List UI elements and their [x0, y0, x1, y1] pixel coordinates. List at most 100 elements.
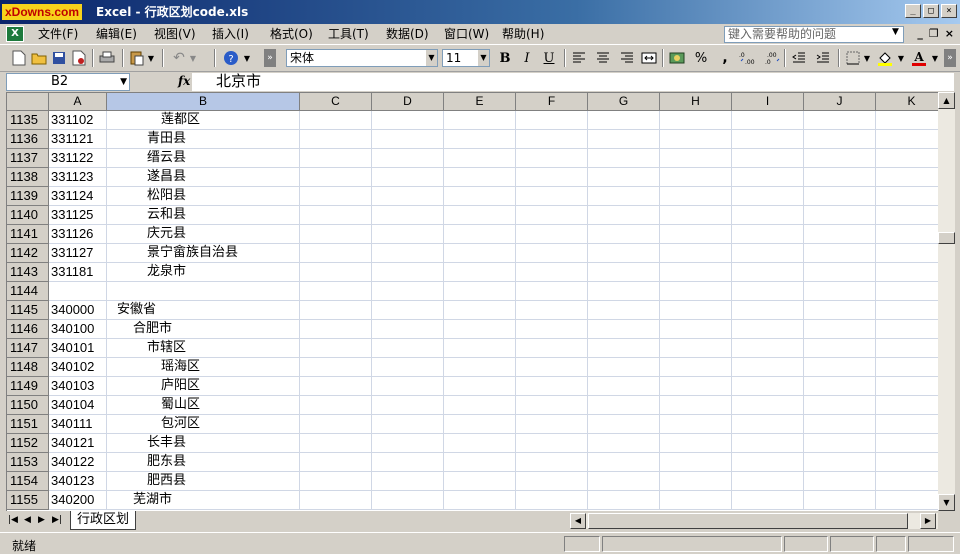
cell[interactable] — [876, 339, 938, 358]
cell[interactable] — [300, 377, 372, 396]
cell[interactable] — [804, 396, 876, 415]
cell-code[interactable]: 340101 — [49, 339, 107, 358]
cell[interactable] — [516, 206, 588, 225]
cell[interactable] — [516, 149, 588, 168]
cell[interactable] — [516, 415, 588, 434]
cell[interactable] — [516, 339, 588, 358]
cell[interactable] — [732, 130, 804, 149]
column-header-j[interactable]: J — [804, 93, 876, 111]
row-header[interactable]: 1146 — [7, 320, 49, 339]
cell[interactable] — [444, 453, 516, 472]
cell[interactable] — [660, 187, 732, 206]
cell[interactable] — [804, 149, 876, 168]
scroll-right-icon[interactable]: ▶ — [920, 513, 936, 529]
cell[interactable] — [732, 187, 804, 206]
increase-indent-icon[interactable] — [814, 49, 832, 67]
cell[interactable] — [516, 282, 588, 301]
cell[interactable] — [588, 396, 660, 415]
cell[interactable] — [876, 149, 938, 168]
column-header-f[interactable]: F — [516, 93, 588, 111]
cell[interactable] — [660, 320, 732, 339]
select-all-corner[interactable] — [7, 93, 49, 111]
minimize-button[interactable]: _ — [905, 4, 921, 18]
cell[interactable] — [804, 206, 876, 225]
cell[interactable] — [372, 320, 444, 339]
cell-code[interactable]: 340121 — [49, 434, 107, 453]
cell[interactable] — [804, 320, 876, 339]
cell[interactable] — [588, 415, 660, 434]
cell[interactable] — [444, 206, 516, 225]
cell[interactable] — [516, 358, 588, 377]
cell[interactable] — [372, 130, 444, 149]
cell-name[interactable]: 市辖区 — [107, 339, 300, 358]
row-header[interactable]: 1138 — [7, 168, 49, 187]
cell-code[interactable]: 340102 — [49, 358, 107, 377]
cell[interactable] — [516, 472, 588, 491]
cell-name[interactable]: 松阳县 — [107, 187, 300, 206]
cell[interactable] — [516, 453, 588, 472]
align-center-icon[interactable] — [594, 49, 612, 67]
cell[interactable] — [516, 111, 588, 130]
horizontal-scroll-thumb[interactable] — [588, 513, 908, 529]
cell[interactable] — [372, 491, 444, 510]
cell[interactable] — [876, 472, 938, 491]
cell[interactable] — [660, 149, 732, 168]
cell[interactable] — [588, 149, 660, 168]
cell[interactable] — [444, 415, 516, 434]
row-header[interactable]: 1148 — [7, 358, 49, 377]
cell[interactable] — [372, 415, 444, 434]
cell-name[interactable]: 肥东县 — [107, 453, 300, 472]
cell[interactable] — [444, 320, 516, 339]
cell-name[interactable]: 景宁畲族自治县 — [107, 244, 300, 263]
cell[interactable] — [588, 339, 660, 358]
cell-name[interactable]: 蜀山区 — [107, 396, 300, 415]
row-header[interactable]: 1150 — [7, 396, 49, 415]
column-header-g[interactable]: G — [588, 93, 660, 111]
last-sheet-icon[interactable]: ▶| — [52, 515, 62, 525]
cell[interactable] — [444, 187, 516, 206]
doc-restore-button[interactable]: ❐ — [929, 27, 939, 40]
cell[interactable] — [300, 206, 372, 225]
cell[interactable] — [444, 396, 516, 415]
doc-close-button[interactable]: × — [945, 27, 954, 40]
excel-doc-icon[interactable]: X — [6, 26, 24, 42]
prev-sheet-icon[interactable]: ◀ — [24, 515, 31, 525]
cell[interactable] — [660, 130, 732, 149]
currency-icon[interactable] — [668, 49, 686, 67]
cell[interactable] — [660, 472, 732, 491]
cell[interactable] — [588, 187, 660, 206]
cell[interactable] — [876, 434, 938, 453]
open-folder-icon[interactable] — [30, 49, 48, 67]
cell[interactable] — [732, 396, 804, 415]
cell[interactable] — [876, 377, 938, 396]
cell[interactable] — [516, 396, 588, 415]
bold-button[interactable]: B — [496, 49, 514, 67]
column-header-c[interactable]: C — [300, 93, 372, 111]
column-header-i[interactable]: I — [732, 93, 804, 111]
cell-code[interactable]: 340100 — [49, 320, 107, 339]
increase-decimal-icon[interactable]: .0.00 — [738, 49, 756, 67]
row-header[interactable]: 1142 — [7, 244, 49, 263]
menu-file[interactable]: 文件(F) — [38, 27, 78, 41]
scroll-down-icon[interactable]: ▼ — [938, 494, 955, 511]
row-header[interactable]: 1149 — [7, 377, 49, 396]
cell[interactable] — [876, 282, 938, 301]
cell[interactable] — [372, 377, 444, 396]
cell[interactable] — [300, 263, 372, 282]
cell[interactable] — [444, 263, 516, 282]
cell[interactable] — [300, 339, 372, 358]
cell[interactable] — [804, 377, 876, 396]
cell[interactable] — [588, 130, 660, 149]
chevron-down-icon[interactable]: ▼ — [242, 49, 252, 67]
cell[interactable] — [660, 453, 732, 472]
cell-name[interactable]: 长丰县 — [107, 434, 300, 453]
doc-minimize-button[interactable]: _ — [917, 27, 923, 40]
cell[interactable] — [588, 225, 660, 244]
chevron-down-icon[interactable]: ▼ — [930, 49, 940, 67]
cell[interactable] — [876, 301, 938, 320]
cell[interactable] — [516, 491, 588, 510]
cell[interactable] — [876, 111, 938, 130]
merge-center-icon[interactable] — [640, 49, 658, 67]
cell[interactable] — [876, 491, 938, 510]
cell[interactable] — [588, 491, 660, 510]
